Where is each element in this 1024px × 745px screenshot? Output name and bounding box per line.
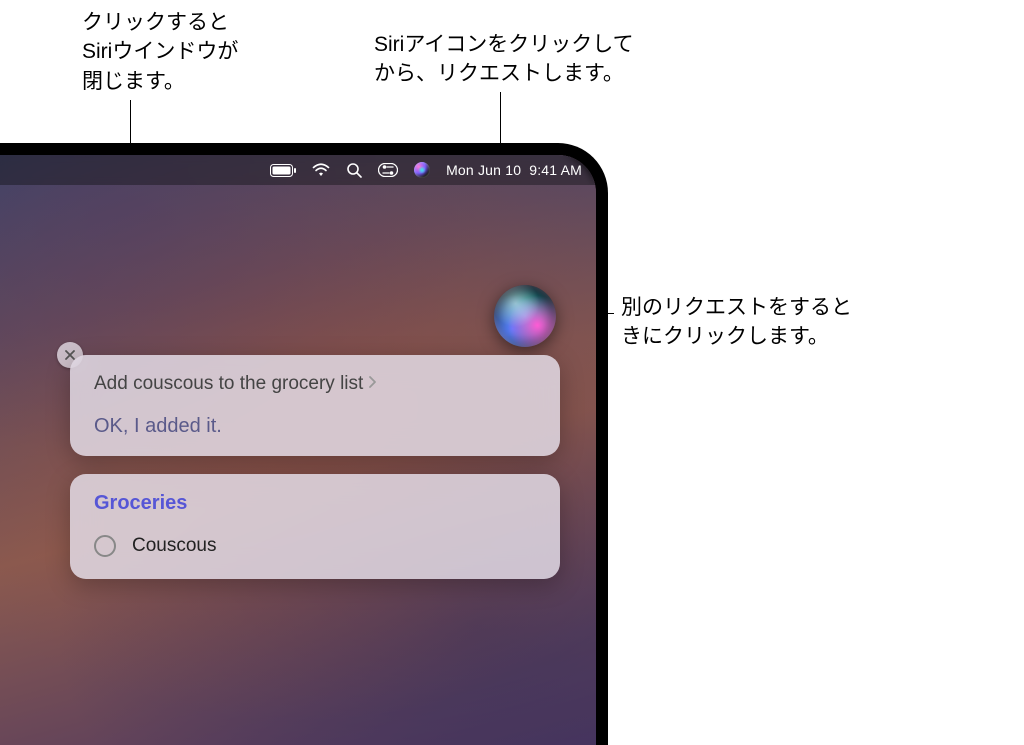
menubar: Mon Jun 10 9:41 AM — [0, 155, 596, 185]
callout-close-siri: クリックすると Siriウインドウが 閉じます。 — [82, 8, 238, 96]
list-title: Groceries — [94, 492, 536, 515]
siri-response-card: Add couscous to the grocery list OK, I a… — [70, 355, 560, 456]
list-item[interactable]: Couscous — [94, 531, 536, 561]
desktop-screen: Mon Jun 10 9:41 AM Add couscous to the g… — [0, 155, 596, 745]
device-frame: Mon Jun 10 9:41 AM Add couscous to the g… — [0, 143, 608, 745]
callout-siri-orb: 別のリクエストをすると きにクリックします。 — [621, 293, 1001, 352]
siri-menubar-icon[interactable] — [414, 155, 430, 185]
siri-window: Add couscous to the grocery list OK, I a… — [70, 355, 560, 597]
siri-orb-button[interactable] — [494, 285, 556, 347]
menubar-date: Mon Jun 10 — [446, 162, 521, 178]
siri-request-row[interactable]: Add couscous to the grocery list — [94, 373, 536, 395]
siri-response-text: OK, I added it. — [94, 415, 536, 438]
chevron-right-icon — [367, 373, 377, 395]
reminders-list-card[interactable]: Groceries Couscous — [70, 474, 560, 579]
list-item-label: Couscous — [132, 535, 217, 557]
control-center-icon[interactable] — [378, 155, 398, 185]
spotlight-search-icon[interactable] — [346, 155, 362, 185]
menubar-datetime[interactable]: Mon Jun 10 9:41 AM — [446, 162, 582, 178]
menubar-time: 9:41 AM — [529, 162, 582, 178]
radio-unchecked-icon[interactable] — [94, 535, 116, 557]
battery-icon[interactable] — [270, 155, 296, 185]
callout-menubar-siri: Siriアイコンをクリックして から、リクエストします。 — [374, 30, 634, 89]
siri-request-text: Add couscous to the grocery list — [94, 373, 363, 395]
wifi-icon[interactable] — [312, 155, 330, 185]
